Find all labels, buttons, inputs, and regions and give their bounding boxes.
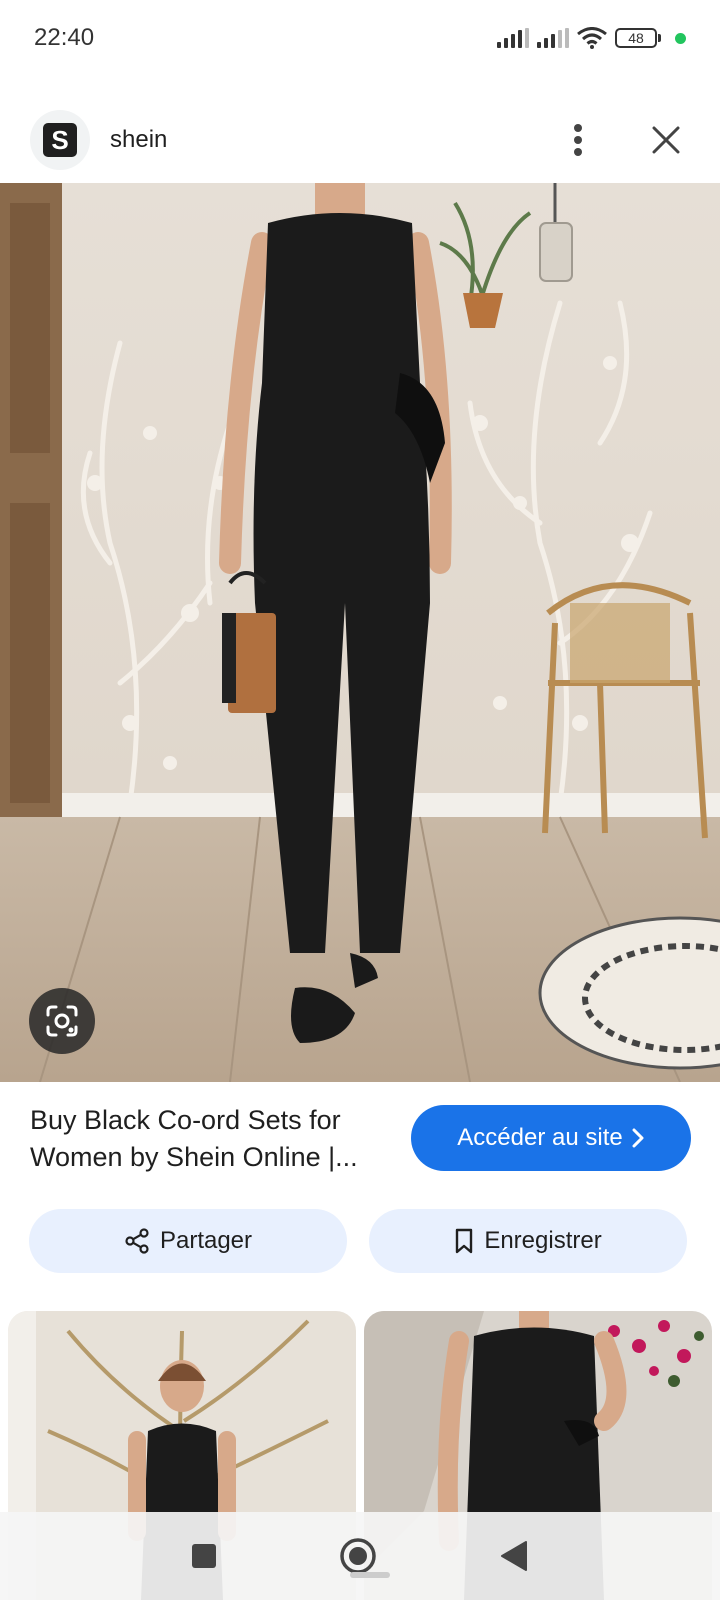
result-header: S shein: [0, 100, 720, 180]
share-button[interactable]: Partager: [29, 1209, 347, 1273]
visit-site-button[interactable]: Accéder au site: [411, 1105, 691, 1171]
save-button[interactable]: Enregistrer: [369, 1209, 687, 1273]
status-icons: 48: [497, 27, 686, 49]
recent-apps-icon: [192, 1544, 216, 1568]
signal-icon: [497, 28, 529, 48]
recent-apps-button[interactable]: [184, 1534, 224, 1578]
visit-site-label: Accéder au site: [457, 1124, 623, 1151]
close-button[interactable]: [642, 116, 690, 164]
wifi-icon: [577, 27, 607, 49]
share-label: Partager: [159, 1227, 253, 1254]
header-actions: [554, 116, 690, 164]
more-options-button[interactable]: [554, 116, 602, 164]
result-title[interactable]: Buy Black Co-ord Sets for Women by Shein…: [30, 1102, 390, 1176]
privacy-dot-icon: [675, 32, 686, 44]
gesture-handle: [350, 1572, 390, 1578]
site-logo: S: [43, 123, 77, 157]
main-product-image[interactable]: [0, 183, 720, 1082]
back-icon: [501, 1541, 527, 1571]
battery-icon: 48: [615, 28, 661, 48]
lens-search-icon: [46, 1005, 78, 1037]
share-icon: [125, 1228, 149, 1254]
status-bar: 22:40 48: [0, 0, 720, 76]
chevron-right-icon: [632, 1128, 644, 1148]
site-name[interactable]: shein: [110, 126, 167, 154]
back-button[interactable]: [494, 1534, 534, 1578]
bookmark-icon: [456, 1228, 473, 1254]
system-nav-bar: [0, 1512, 720, 1600]
status-time: 22:40: [34, 24, 95, 51]
signal-icon: [537, 28, 569, 48]
more-vert-icon: [574, 124, 582, 156]
lens-search-button[interactable]: [29, 988, 95, 1054]
home-icon: [340, 1538, 376, 1574]
site-avatar[interactable]: S: [30, 110, 90, 170]
product-photo: [0, 183, 720, 1082]
save-label: Enregistrer: [484, 1227, 602, 1254]
close-icon: [652, 126, 680, 154]
battery-level: 48: [615, 28, 657, 48]
